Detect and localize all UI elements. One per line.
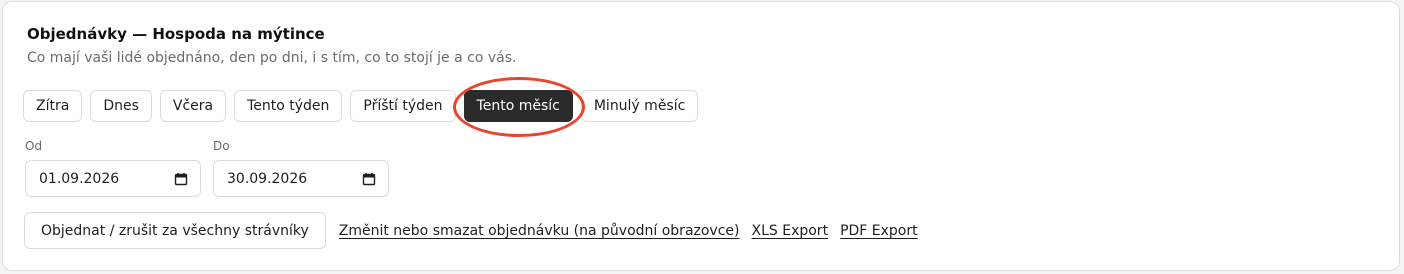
xls-export-link[interactable]: XLS Export <box>752 223 829 239</box>
calendar-icon[interactable] <box>174 172 188 186</box>
preset-today-button[interactable]: Dnes <box>90 90 152 122</box>
preset-tomorrow-button[interactable]: Zítra <box>23 90 83 122</box>
page-title: Objednávky — Hospoda na mýtince <box>27 25 325 43</box>
page-subtitle: Co mají vaši lidé objednáno, den po dni,… <box>27 50 517 66</box>
date-from-label: Od <box>25 139 43 153</box>
date-to-label: Do <box>213 139 230 153</box>
preset-this-month-button[interactable]: Tento měsíc <box>463 90 573 122</box>
preset-yesterday-button[interactable]: Včera <box>159 90 227 122</box>
period-preset-group: Zítra Dnes Včera Tento týden Příští týde… <box>23 90 699 122</box>
action-row: Objednat / zrušit za všechny strávníky Z… <box>24 212 918 249</box>
preset-last-month-button[interactable]: Minulý měsíc <box>580 90 699 122</box>
pdf-export-link[interactable]: PDF Export <box>840 223 918 239</box>
date-to-value: 30.09.2026 <box>227 170 308 187</box>
calendar-icon[interactable] <box>362 172 376 186</box>
order-all-diners-button[interactable]: Objednat / zrušit za všechny strávníky <box>24 212 326 249</box>
preset-this-week-button[interactable]: Tento týden <box>234 90 343 122</box>
date-from-input[interactable]: 01.09.2026 <box>25 160 201 197</box>
preset-next-week-button[interactable]: Příští týden <box>350 90 456 122</box>
change-order-link[interactable]: Změnit nebo smazat objednávku (na původn… <box>339 223 740 239</box>
date-from-value: 01.09.2026 <box>39 170 120 187</box>
date-to-input[interactable]: 30.09.2026 <box>213 160 389 197</box>
